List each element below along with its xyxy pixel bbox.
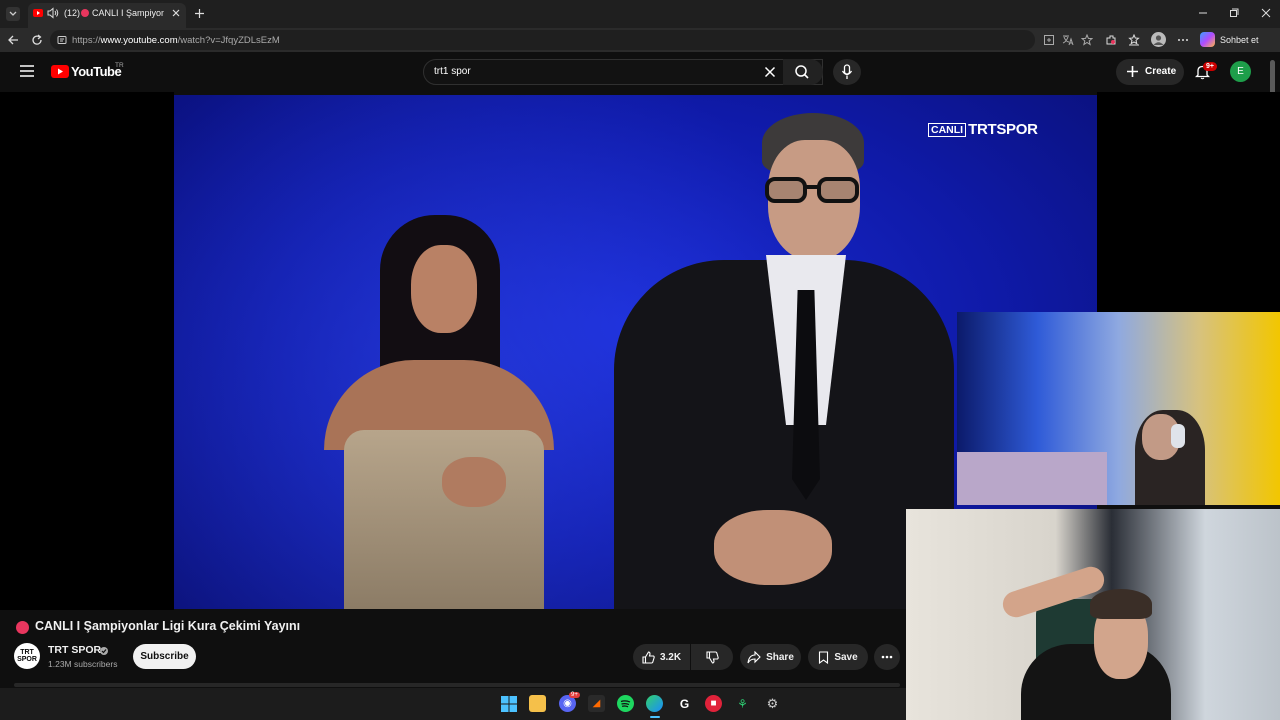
copilot-label[interactable]: Sohbet et <box>1220 35 1259 45</box>
search-input[interactable] <box>423 59 823 85</box>
favorite-star-icon[interactable] <box>1081 34 1093 46</box>
url-prefix: https:// <box>72 35 101 46</box>
discord-badge: 9+ <box>569 692 580 698</box>
app-available-icon[interactable] <box>1043 34 1055 46</box>
video-title: CANLI I Şampiyonlar Ligi Kura Çekimi Yay… <box>35 619 301 633</box>
youtube-logo-text[interactable]: YouTube <box>71 64 122 79</box>
back-icon[interactable] <box>7 34 19 46</box>
site-info-icon[interactable] <box>57 35 67 45</box>
share-button[interactable]: Share <box>740 644 801 670</box>
like-count: 3.2K <box>659 651 682 663</box>
presenter-hands <box>442 457 506 507</box>
translate-icon[interactable] <box>1062 34 1074 46</box>
account-avatar[interactable]: E <box>1230 61 1251 82</box>
copilot-icon[interactable] <box>1200 32 1215 47</box>
minimize-icon[interactable] <box>1198 8 1208 18</box>
webcam-hair-2 <box>1090 589 1152 619</box>
host-hands <box>714 510 832 585</box>
tab-audio-icon[interactable] <box>47 7 59 19</box>
subscribe-button[interactable]: Subscribe <box>133 644 196 669</box>
search-value: trt1 spor <box>434 66 471 77</box>
red-app-icon[interactable]: ■ <box>705 695 722 712</box>
window-close-icon[interactable] <box>1261 8 1271 18</box>
url-host: www.youtube.com <box>100 35 178 46</box>
webcam-overlay-2 <box>906 509 1280 720</box>
active-app-indicator <box>650 716 660 718</box>
subscriber-count: 1.23M subscribers <box>48 659 118 669</box>
green-app-icon[interactable]: ⚘ <box>734 695 751 712</box>
region-code: TR <box>115 62 124 69</box>
webcam-bed <box>957 452 1107 505</box>
spotify-icon[interactable] <box>617 695 634 712</box>
description-divider <box>14 683 900 687</box>
more-menu-icon[interactable] <box>1177 34 1189 46</box>
notification-badge: 9+ <box>1203 62 1217 71</box>
player-letterbox-left <box>0 92 174 610</box>
settings-gear-icon[interactable]: ⚙ <box>764 695 781 712</box>
more-actions-button[interactable] <box>874 644 900 670</box>
presenter-face <box>411 245 477 333</box>
clear-search-icon[interactable] <box>764 66 776 78</box>
account-initial: E <box>1237 66 1244 77</box>
tab-close-icon[interactable] <box>171 8 181 18</box>
browser-tab-bar <box>0 0 1280 28</box>
new-tab-icon[interactable] <box>194 8 205 19</box>
verified-icon <box>100 647 108 655</box>
tab-actions-icon[interactable] <box>6 7 20 21</box>
g-hub-icon[interactable]: G <box>676 695 693 712</box>
live-overlay-label: CANLI <box>928 122 967 137</box>
channel-avatar-text: TRT SPOR <box>17 649 37 663</box>
save-button[interactable]: Save <box>808 644 868 670</box>
channel-avatar[interactable]: TRT SPOR <box>14 643 40 669</box>
streaming-app-icon[interactable]: ◢ <box>588 695 605 712</box>
edge-browser-icon[interactable] <box>646 695 663 712</box>
restore-icon[interactable] <box>1229 8 1239 18</box>
dislike-button[interactable] <box>691 644 733 670</box>
subscribe-label: Subscribe <box>140 651 189 662</box>
like-button[interactable]: 3.2K <box>633 644 690 670</box>
webcam-overlay-1 <box>957 312 1280 505</box>
refresh-icon[interactable] <box>31 34 43 46</box>
thumbs-up-icon <box>642 650 655 664</box>
channel-name[interactable]: TRT SPOR <box>48 644 101 656</box>
windows-start-icon[interactable] <box>500 695 517 712</box>
collections-icon[interactable] <box>1128 34 1140 46</box>
file-explorer-icon[interactable] <box>529 695 546 712</box>
brand-overlay-label: TRTSPOR <box>968 121 1038 138</box>
bookmark-icon <box>819 650 829 664</box>
plus-icon <box>1126 65 1139 78</box>
more-horizontal-icon <box>881 655 893 659</box>
broadcast-logo: CANLI TRTSPOR <box>928 121 1038 138</box>
url-text: https://www.youtube.com/watch?v=JfqyZDLs… <box>72 35 280 46</box>
youtube-logo-icon[interactable] <box>51 65 69 78</box>
search-button[interactable] <box>783 59 823 85</box>
create-label: Create <box>1145 66 1177 77</box>
search-icon <box>795 65 809 79</box>
live-indicator-icon <box>81 9 89 17</box>
hamburger-menu-icon[interactable] <box>20 65 34 77</box>
tab-title: CANLI I Şampiyonlar <box>92 8 164 18</box>
player-letterbox-right <box>1097 92 1280 312</box>
share-icon <box>747 650 761 663</box>
extensions-icon[interactable] <box>1105 34 1117 46</box>
thumbs-down-icon <box>705 650 719 664</box>
share-label: Share <box>766 651 794 663</box>
host-glasses <box>764 177 860 203</box>
presenter-dress <box>344 430 544 609</box>
youtube-favicon-icon <box>33 9 43 17</box>
tab-count: (12) <box>64 8 81 18</box>
microphone-icon <box>841 64 853 79</box>
save-label: Save <box>834 651 858 663</box>
profile-avatar-icon[interactable] <box>1151 32 1166 47</box>
live-dot-icon <box>16 621 29 634</box>
headphones-icon <box>1171 424 1185 448</box>
voice-search-button[interactable] <box>833 59 861 85</box>
url-path: /watch?v=JfqyZDLsEzM <box>177 35 280 46</box>
